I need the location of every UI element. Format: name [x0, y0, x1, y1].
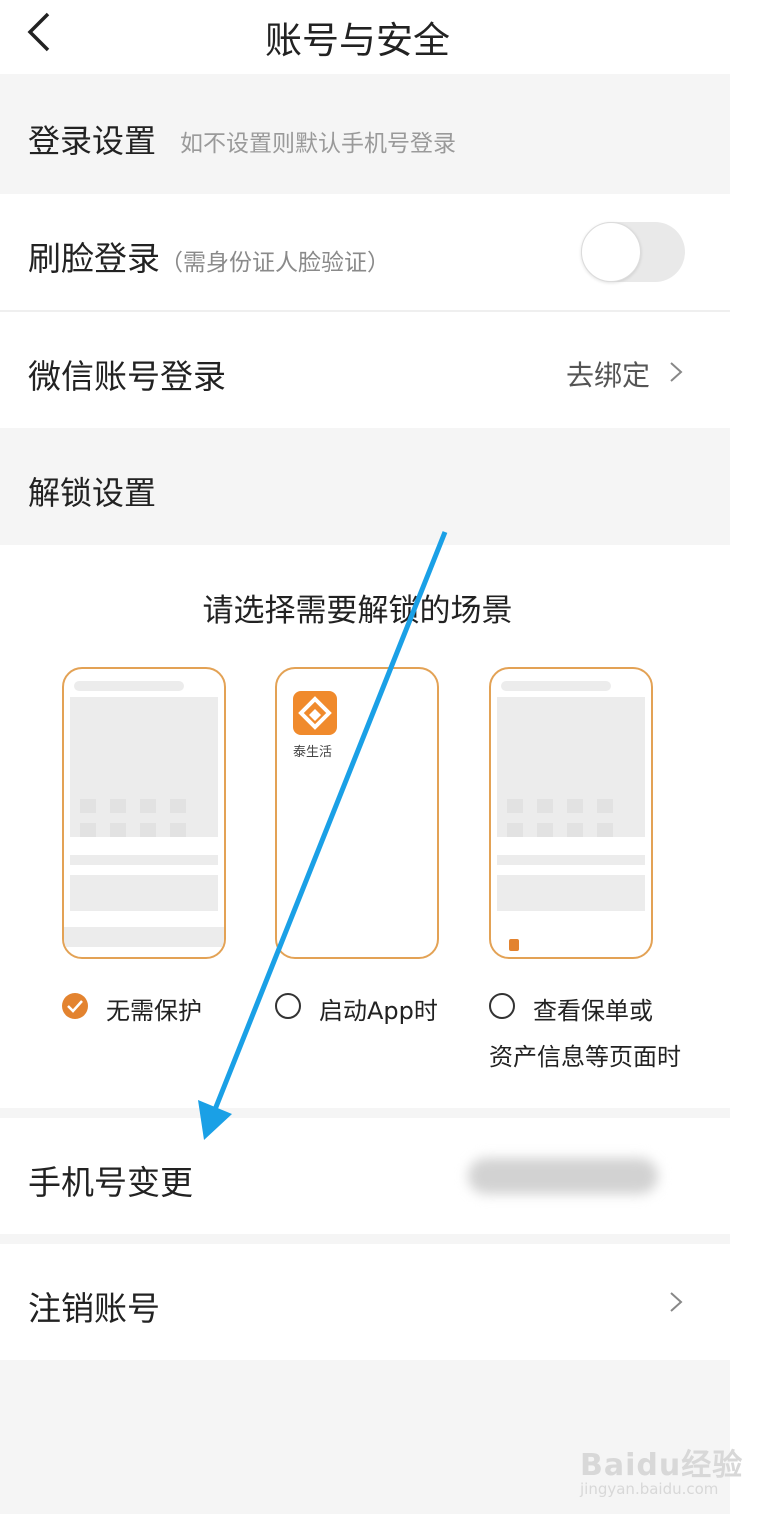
scene-card-launch[interactable]: 泰生活: [275, 667, 439, 959]
wechat-login-row[interactable]: 微信账号登录 去绑定: [0, 312, 730, 428]
checkmark-icon: [67, 1000, 83, 1013]
option-policy-label-line2: 资产信息等页面时: [489, 1043, 681, 1071]
section-title-unlock: 解锁设置: [28, 474, 157, 512]
baidu-watermark: Baidu经验: [580, 1448, 744, 1483]
unlock-settings-section: 解锁设置: [0, 428, 730, 545]
face-login-label: 刷脸登录（需身份证人脸验证）: [28, 232, 390, 280]
scene-card-none[interactable]: [62, 667, 226, 959]
cancel-account-row[interactable]: 注销账号: [0, 1244, 730, 1360]
face-login-row: 刷脸登录（需身份证人脸验证）: [0, 194, 730, 310]
scene-card-policy[interactable]: [489, 667, 653, 959]
baidu-watermark-url: jingyan.baidu.com: [580, 1480, 719, 1498]
chevron-right-icon: [670, 362, 683, 382]
section-title-login: 登录设置: [28, 122, 157, 160]
unlock-scene-panel: 请选择需要解锁的场景 泰生活 无需保护 启动App时 查看保单或 资产信息等页面…: [0, 545, 730, 1108]
face-login-sub: （需身份证人脸验证）: [160, 250, 390, 276]
app-logo-icon: [293, 691, 337, 735]
mock-line: [70, 855, 218, 865]
unlock-prompt: 请选择需要解锁的场景: [202, 593, 513, 629]
mock-icon-grid: [80, 799, 186, 837]
face-login-toggle[interactable]: [581, 222, 685, 282]
app-name-label: 泰生活: [293, 745, 333, 760]
option-policy-label-line1: 查看保单或: [533, 997, 653, 1025]
radio-unchecked[interactable]: [275, 993, 301, 1019]
login-settings-section: 登录设置 如不设置则默认手机号登录: [0, 74, 730, 194]
page-title: 账号与安全: [265, 19, 450, 62]
face-login-title: 刷脸登录: [28, 239, 160, 278]
radio-checked[interactable]: [62, 993, 88, 1019]
radio-unchecked[interactable]: [489, 993, 515, 1019]
mock-block: [70, 875, 218, 911]
wechat-login-label: 微信账号登录: [28, 357, 226, 396]
mock-bar: [74, 681, 184, 691]
mock-icon-grid: [507, 799, 613, 837]
cancel-account-label: 注销账号: [28, 1289, 160, 1328]
login-settings-hint: 如不设置则默认手机号登录: [180, 131, 456, 157]
phone-change-label: 手机号变更: [28, 1163, 193, 1202]
chevron-right-icon: [670, 1292, 683, 1312]
mock-block: [497, 875, 645, 911]
mock-bar: [501, 681, 611, 691]
mock-active-tab: [509, 939, 519, 951]
toggle-knob: [581, 222, 641, 282]
option-none-label: 无需保护: [106, 997, 202, 1025]
wechat-bind-action[interactable]: 去绑定: [566, 354, 650, 394]
blurred-phone-number: [468, 1158, 658, 1194]
nav-header: 账号与安全: [0, 0, 730, 74]
mock-line: [497, 855, 645, 865]
mock-tabbar: [64, 927, 224, 947]
option-launch-label: 启动App时: [319, 997, 438, 1025]
diamond-logo-icon: [298, 696, 332, 730]
right-margin: [730, 0, 760, 1514]
